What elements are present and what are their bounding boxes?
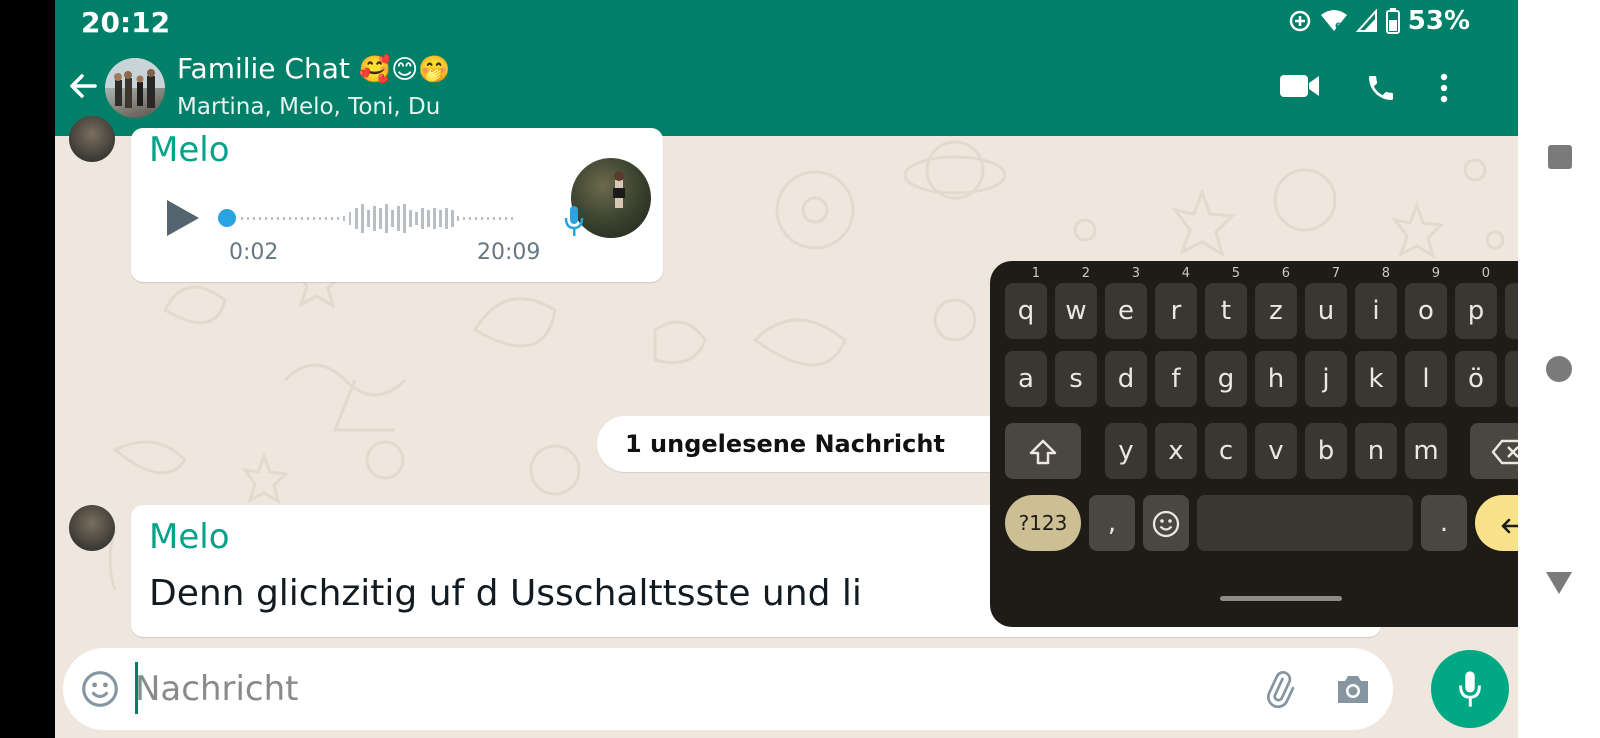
chat-title-text: Familie Chat [177,52,350,85]
data-saver-icon [1289,10,1311,32]
voice-record-button[interactable] [1431,650,1509,728]
key-k[interactable]: k [1355,351,1397,407]
home-button[interactable] [1546,356,1572,382]
voice-message-bubble: Melo 0:02 20:09 [131,128,663,282]
sender-avatar[interactable] [69,116,115,162]
enter-icon [1501,518,1518,533]
space-key[interactable] [1197,495,1413,551]
shift-key[interactable] [1005,423,1081,479]
attach-icon[interactable] [1261,670,1297,708]
key-t[interactable]: 5t [1205,267,1247,339]
chat-participants[interactable]: Martina, Melo, Toni, Du [177,94,440,120]
key-q[interactable]: 1q [1005,267,1047,339]
chat-title[interactable]: Familie Chat 🥰😊🤭 [177,52,451,85]
system-navigation-bar [1518,0,1600,738]
play-icon[interactable] [165,198,201,238]
status-icons: 6 53% [1288,6,1470,36]
key-h[interactable]: h [1255,351,1297,407]
key-n[interactable]: n [1355,423,1397,479]
video-call-icon[interactable] [1279,72,1321,100]
voice-call-icon[interactable] [1365,72,1397,104]
message-composer: Nachricht [63,648,1393,730]
back-triangle-icon[interactable] [1544,570,1574,596]
key-e[interactable]: 3e [1105,267,1147,339]
key-r[interactable]: 4r [1155,267,1197,339]
unread-separator: 1 ungelesene Nachricht [597,416,1047,472]
whatsapp-screen: 20:12 6 53% Familie Chat 🥰😊🤭 Martina, Me… [55,0,1518,738]
key-i[interactable]: 8i [1355,267,1397,339]
key-g[interactable]: g [1205,351,1247,407]
chat-title-emojis: 🥰😊🤭 [358,55,451,85]
shift-icon [1029,439,1057,464]
voice-duration: 0:02 [229,240,279,265]
group-avatar[interactable] [105,58,165,118]
sender-avatar[interactable] [69,505,115,551]
message-time: 20:09 [477,240,541,265]
camera-icon[interactable] [1335,672,1371,706]
key-v[interactable]: v [1255,423,1297,479]
key-m[interactable]: m [1405,423,1447,479]
message-sender: Melo [149,517,230,557]
message-sender: Melo [149,130,230,170]
key-x[interactable]: x [1155,423,1197,479]
key-j[interactable]: j [1305,351,1347,407]
key-p[interactable]: 0p [1455,267,1497,339]
signal-icon [1355,9,1377,32]
unread-separator-text: 1 ungelesene Nachricht [625,430,945,458]
key-y[interactable]: y [1105,423,1147,479]
keyboard-drag-handle[interactable] [1220,596,1342,601]
key-o[interactable]: 9o [1405,267,1447,339]
key-a[interactable]: a [1005,351,1047,407]
key-oe[interactable]: ö [1455,351,1497,407]
more-options-icon[interactable] [1439,72,1449,104]
backspace-key[interactable] [1470,423,1518,479]
emoji-icon[interactable] [81,670,119,708]
group-photo-image [105,58,165,108]
voice-mic-icon [564,206,584,236]
svg-text:6: 6 [1335,22,1341,32]
wifi-icon: 6 [1320,10,1347,32]
emoji-key[interactable] [1143,495,1189,551]
key-u[interactable]: 7u [1305,267,1347,339]
status-time: 20:12 [81,6,171,39]
emoji-icon [1152,510,1180,537]
key-ue[interactable]: ü [1505,283,1518,339]
key-b[interactable]: b [1305,423,1347,479]
message-input[interactable]: Nachricht [135,669,299,709]
battery-icon [1385,8,1400,34]
mic-icon [1459,671,1481,707]
key-f[interactable]: f [1155,351,1197,407]
comma-key[interactable]: , [1089,495,1135,551]
key-d[interactable]: d [1105,351,1147,407]
chat-header: 20:12 6 53% Familie Chat 🥰😊🤭 Martina, Me… [55,0,1518,136]
key-w[interactable]: 2w [1055,267,1097,339]
backspace-icon [1491,439,1518,464]
recents-button[interactable] [1548,145,1572,169]
key-ae[interactable]: ä [1505,351,1518,407]
battery-percent: 53% [1407,6,1470,36]
symbols-key[interactable]: ?123 [1005,495,1081,551]
period-key[interactable]: . [1421,495,1467,551]
key-c[interactable]: c [1205,423,1247,479]
key-s[interactable]: s [1055,351,1097,407]
text-cursor [135,662,138,714]
floating-keyboard: 1q 2w 3e 4r 5t 6z 7u 8i 9o 0p ü a s d f … [990,261,1518,627]
key-z[interactable]: 6z [1255,267,1297,339]
back-arrow-icon[interactable] [67,70,99,102]
enter-key[interactable] [1475,495,1518,551]
message-text: Denn glichzitig uf d Usschalttsste und l… [149,573,862,614]
voice-waveform[interactable] [217,192,547,244]
key-l[interactable]: l [1405,351,1447,407]
